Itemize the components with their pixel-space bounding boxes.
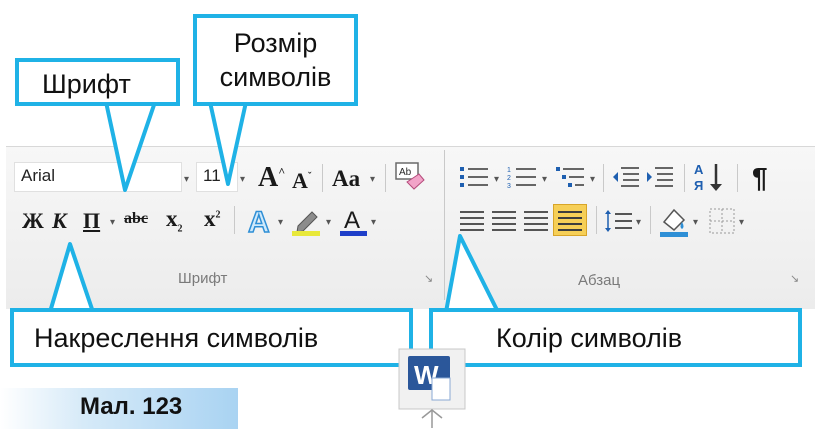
word-presentation-icon: W <box>398 348 466 428</box>
callout-style: Накреслення символів <box>10 308 413 367</box>
callout-font: Шрифт <box>15 58 180 106</box>
callout-font-text: Шрифт <box>42 69 131 99</box>
callout-color-text: Колір символів <box>496 323 683 353</box>
callout-color: Колір символів <box>429 308 802 367</box>
callout-size-line1: Розмір <box>233 28 318 58</box>
callout-size: Розмір символів <box>193 14 358 106</box>
callout-style-text: Накреслення символів <box>34 323 319 353</box>
callout-size-line2: символів <box>219 62 332 92</box>
figure-caption: Мал. 123 <box>80 393 183 420</box>
